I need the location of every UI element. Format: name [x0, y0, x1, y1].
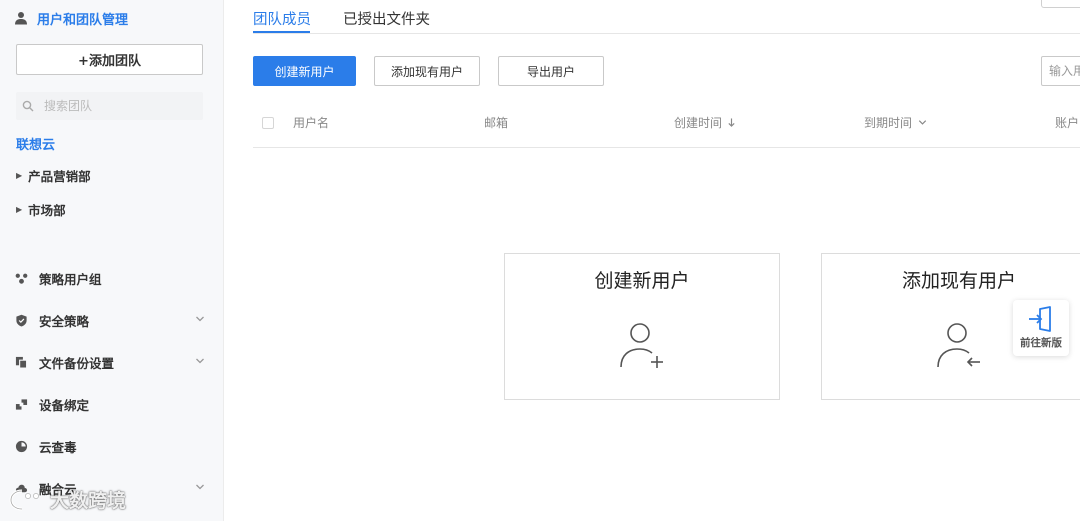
add-existing-user-button[interactable]: 添加现有用户 — [374, 56, 480, 86]
tabs-divider — [253, 33, 1080, 34]
user-search-input[interactable] — [1041, 56, 1080, 86]
search-icon — [22, 100, 34, 112]
tree-item-product-marketing[interactable]: ▶ 产品营销部 — [16, 166, 91, 184]
create-user-button[interactable]: 创建新用户 — [253, 56, 356, 86]
active-tab-indicator — [253, 31, 310, 33]
nav-label: 安全策略 — [39, 313, 90, 329]
tree-item-market[interactable]: ▶ 市场部 — [16, 200, 66, 218]
export-users-button[interactable]: 导出用户 — [498, 56, 604, 86]
chevron-down-icon[interactable] — [194, 481, 206, 493]
caret-right-icon: ▶ — [16, 170, 23, 180]
nav-item-backup-settings[interactable]: 文件备份设置 — [14, 352, 208, 372]
go-new-version-label: 前往新版 — [1020, 337, 1062, 349]
table-header-divider — [253, 147, 1080, 148]
select-all-checkbox[interactable] — [262, 117, 274, 129]
nav-item-cloud-antivirus[interactable]: 云查毒 — [14, 436, 208, 456]
column-header-label: 创建时间 — [674, 115, 723, 130]
watermark-logo-icon — [9, 489, 39, 510]
org-name[interactable]: 联想云 — [16, 134, 55, 153]
sidebar: 用户和团队管理 +添加团队 联想云 ▶ 产品营销部 ▶ 市场部 策略用户组 安全… — [0, 0, 224, 521]
column-header-email[interactable]: 邮箱 — [484, 114, 508, 130]
column-header-account[interactable]: 账户 — [1055, 114, 1079, 130]
shield-icon — [14, 313, 28, 327]
chevron-down-icon[interactable] — [194, 355, 206, 367]
sidebar-title[interactable]: 用户和团队管理 — [14, 9, 129, 28]
caret-right-icon: ▶ — [16, 204, 23, 214]
column-header-created[interactable]: 创建时间 — [674, 114, 736, 130]
group-icon — [14, 271, 28, 285]
column-header-label: 用户名 — [293, 115, 330, 130]
enter-door-icon — [1029, 306, 1051, 332]
nav-item-security-policy[interactable]: 安全策略 — [14, 310, 208, 330]
create-user-card[interactable]: 创建新用户 — [504, 253, 780, 400]
user-icon — [15, 12, 27, 25]
top-right-control[interactable] — [1041, 0, 1080, 8]
column-header-expiry[interactable]: 到期时间 — [864, 114, 928, 130]
chevron-down-icon[interactable] — [194, 313, 206, 325]
team-search-input[interactable] — [42, 98, 196, 114]
nav-item-policy-groups[interactable]: 策略用户组 — [14, 268, 208, 288]
link-icon — [14, 397, 28, 411]
card-title: 创建新用户 — [594, 270, 690, 292]
add-team-button[interactable]: +添加团队 — [16, 44, 203, 75]
team-search[interactable] — [16, 92, 203, 120]
nav-label: 设备绑定 — [39, 397, 90, 413]
tab-shared-folders[interactable]: 已授出文件夹 — [343, 8, 430, 29]
add-user-icon — [620, 323, 663, 368]
copy-icon — [14, 355, 28, 369]
nav-label: 云查毒 — [39, 439, 77, 455]
tree-item-label: 市场部 — [28, 202, 66, 218]
watermark-text: 大数跨境 — [50, 490, 127, 512]
nav-label: 策略用户组 — [39, 271, 102, 287]
nav-label: 文件备份设置 — [39, 355, 115, 371]
sidebar-title-label: 用户和团队管理 — [37, 12, 129, 28]
column-header-label: 到期时间 — [864, 115, 913, 130]
user-arrow-in-icon — [937, 323, 980, 368]
sort-desc-icon[interactable] — [727, 117, 736, 128]
go-new-version-button[interactable]: 前往新版 — [1013, 300, 1069, 356]
column-header-label: 账户 — [1055, 115, 1080, 130]
chevron-down-icon[interactable] — [917, 117, 928, 128]
tab-team-members[interactable]: 团队成员 — [253, 8, 311, 29]
column-header-label: 邮箱 — [484, 115, 509, 130]
column-header-username[interactable]: 用户名 — [293, 114, 329, 130]
pie-icon — [14, 439, 28, 453]
nav-item-device-binding[interactable]: 设备绑定 — [14, 394, 208, 414]
card-title: 添加现有用户 — [901, 270, 1016, 292]
tree-item-label: 产品营销部 — [28, 168, 91, 184]
watermark: 大数跨境 — [8, 486, 126, 513]
